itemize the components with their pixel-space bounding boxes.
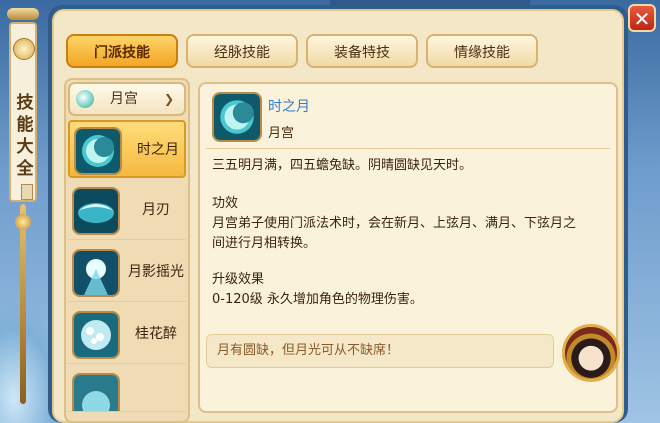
skill-name: 月刃 [142, 202, 170, 218]
tab-sect-skills[interactable]: 门派技能 [66, 34, 178, 68]
skill-icon [72, 373, 120, 411]
tab-equipment-skills[interactable]: 装备特技 [306, 34, 418, 68]
crescent-moon-icon [212, 92, 262, 142]
effect-text-line2: 间进行月相转换。 [212, 236, 317, 251]
window-title: 技能大全 [16, 93, 34, 179]
tab-meridian-skills[interactable]: 经脉技能 [186, 34, 298, 68]
close-button[interactable]: ✕ [628, 4, 656, 32]
skill-item-yueyingyaoguang[interactable]: 月影摇光 [68, 244, 186, 302]
skill-item-guihuazui[interactable]: 桂花醉 [68, 306, 186, 364]
sect-dropdown[interactable]: 月宫 ❯ [68, 82, 186, 116]
tassel [20, 204, 26, 404]
tab-bond-skills[interactable]: 情缘技能 [426, 34, 538, 68]
moon-blade-icon [72, 187, 120, 235]
chevron-down-icon: ❯ [164, 92, 175, 106]
scroll-body: 技能大全 [9, 22, 37, 202]
character-avatar[interactable] [562, 324, 620, 382]
sect-dropdown-label: 月宫 [110, 91, 138, 107]
crescent-moon-icon [74, 127, 122, 175]
upgrade-title: 升级效果 [212, 272, 265, 287]
tassel-knot-icon [15, 214, 31, 230]
skill-item-yueren[interactable]: 月刃 [68, 182, 186, 240]
moon-palace-icon [76, 90, 94, 108]
skill-name: 月影摇光 [128, 264, 184, 280]
quote-bubble: 月有圆缺，但月光可从不缺席！ [206, 334, 554, 368]
skill-name: 桂花醉 [135, 326, 177, 342]
skill-description: 三五明月满，四五蟾兔缺。阴晴圆缺见天时。 [212, 158, 473, 173]
effect-title: 功效 [212, 196, 239, 211]
seal-icon [21, 184, 33, 200]
moon-shadow-icon [72, 249, 120, 297]
scroll-rod [7, 8, 39, 20]
divider [206, 148, 610, 149]
upgrade-text: 0-120级 永久增加角色的物理伤害。 [212, 292, 423, 307]
detail-skill-sect: 月宫 [268, 126, 295, 141]
scroll-ornament-icon [13, 38, 35, 60]
osmanthus-icon [72, 311, 120, 359]
skill-item-partial[interactable] [68, 368, 186, 412]
effect-text-line1: 月宫弟子使用门派法术时，会在新月、上弦月、满月、下弦月之 [212, 216, 577, 231]
skill-item-shizhiyue[interactable]: 时之月 [68, 120, 186, 178]
quote-text: 月有圆缺，但月光可从不缺席！ [217, 343, 400, 358]
skill-name: 时之月 [137, 142, 179, 158]
scroll-title-banner: 技能大全 [5, 8, 41, 416]
detail-skill-name: 时之月 [268, 99, 310, 115]
